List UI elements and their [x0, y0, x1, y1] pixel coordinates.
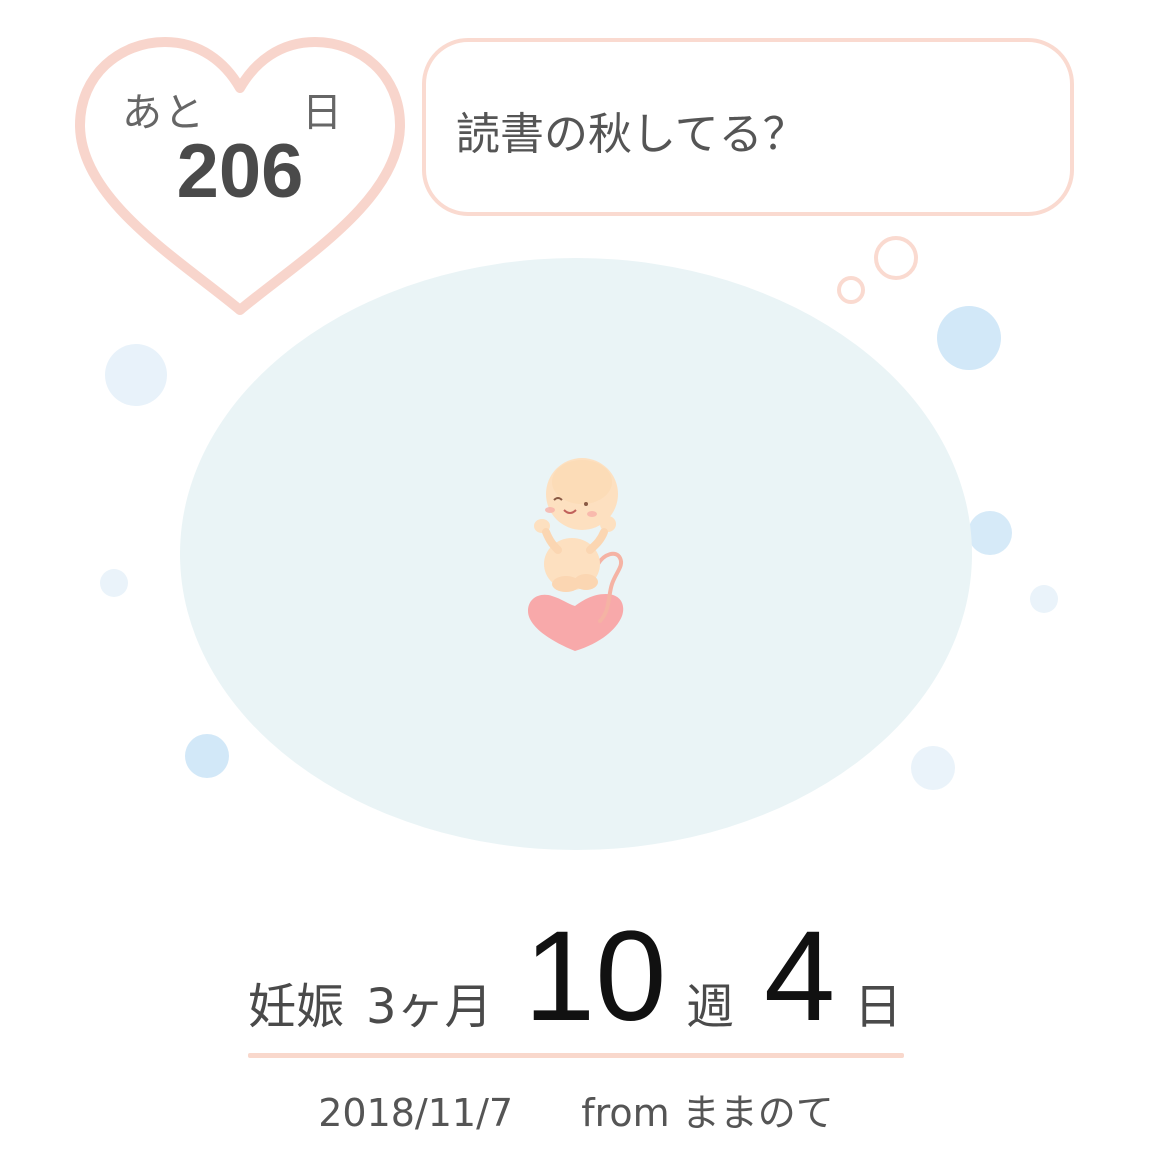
decorative-bubble	[100, 569, 128, 597]
pregnancy-weeks: 10	[524, 905, 667, 1048]
status-divider	[248, 1053, 904, 1058]
decorative-bubble	[968, 511, 1012, 555]
thought-bubble-icon	[874, 236, 918, 280]
decorative-bubble	[1030, 585, 1058, 613]
pregnancy-days: 4	[764, 905, 836, 1048]
pregnancy-month: 3ヶ月	[366, 979, 493, 1035]
decorative-bubble	[105, 344, 167, 406]
baby-illustration	[528, 458, 624, 651]
pregnancy-label: 妊娠	[248, 979, 345, 1035]
pregnancy-week-unit: 週	[686, 979, 735, 1035]
countdown-days: 206	[176, 129, 304, 214]
footer-date: 2018/11/7	[318, 1091, 514, 1135]
speech-bubble-message: 読書の秋してる？	[456, 109, 807, 160]
decorative-bubble	[911, 746, 955, 790]
decorative-bubble	[937, 306, 1001, 370]
decorative-bubble	[185, 734, 229, 778]
thought-bubble-icon	[837, 276, 865, 304]
footer-source: from ままのて	[581, 1091, 834, 1135]
footer: 2018/11/7 from ままのて	[0, 1082, 1152, 1137]
pregnancy-status: 妊娠 3ヶ月 10 週 4 日	[248, 905, 908, 1041]
pregnancy-day-unit: 日	[854, 979, 903, 1035]
